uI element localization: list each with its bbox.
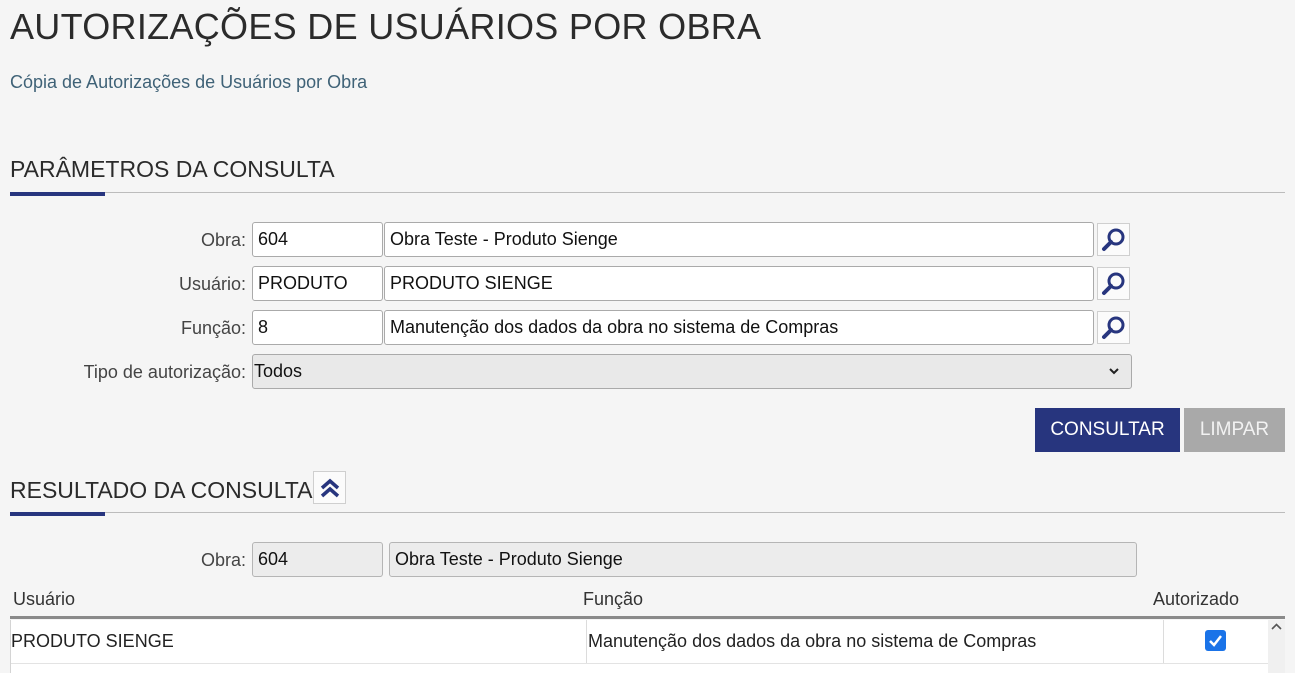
- column-header-autorizado[interactable]: Autorizado: [1153, 589, 1239, 610]
- row-usuario-cell: PRODUTO SIENGE: [11, 631, 174, 651]
- result-divider-accent: [10, 512, 105, 516]
- grid-scrollbar[interactable]: [1268, 620, 1285, 673]
- column-separator: [1163, 620, 1164, 664]
- params-divider: [10, 192, 1285, 193]
- funcao-code-input[interactable]: [252, 310, 383, 345]
- result-divider: [10, 512, 1285, 513]
- search-icon: [1101, 316, 1124, 339]
- result-obra-label: Obra:: [200, 550, 246, 570]
- usuario-code-input[interactable]: [252, 266, 383, 301]
- checkmark-icon: [1209, 635, 1222, 647]
- funcao-label: Função:: [180, 318, 246, 338]
- scroll-up-arrow-icon[interactable]: [1268, 620, 1285, 634]
- column-header-funcao[interactable]: Função: [583, 589, 643, 610]
- tipo-autorizacao-label: Tipo de autorização:: [83, 362, 246, 382]
- result-obra-code: [252, 542, 383, 577]
- grid-header-border: [10, 616, 1285, 619]
- usuario-label: Usuário:: [178, 274, 246, 294]
- chevron-down-icon: [1109, 368, 1119, 375]
- search-icon: [1101, 272, 1124, 295]
- consultar-button[interactable]: CONSULTAR: [1035, 408, 1180, 452]
- collapse-result-button[interactable]: [313, 471, 346, 504]
- column-header-usuario[interactable]: Usuário: [13, 589, 75, 610]
- double-chevron-up-icon: [320, 478, 339, 497]
- params-section-title: PARÂMETROS DA CONSULTA: [10, 156, 335, 182]
- column-separator: [586, 620, 587, 664]
- funcao-search-button[interactable]: [1097, 311, 1130, 344]
- obra-search-button[interactable]: [1097, 223, 1130, 256]
- usuario-name-input[interactable]: [384, 266, 1094, 301]
- row-funcao-cell: Manutenção dos dados da obra no sistema …: [588, 631, 1037, 651]
- search-icon: [1101, 228, 1124, 251]
- tipo-autorizacao-select[interactable]: Todos: [252, 354, 1132, 389]
- tipo-autorizacao-value: Todos: [254, 361, 303, 381]
- table-row[interactable]: PRODUTO SIENGE Manutenção dos dados da o…: [11, 620, 1268, 664]
- params-divider-accent: [10, 192, 105, 196]
- result-obra-name: [389, 542, 1137, 577]
- funcao-name-input[interactable]: [384, 310, 1094, 345]
- autorizado-checkbox[interactable]: [1205, 630, 1226, 651]
- usuario-search-button[interactable]: [1097, 267, 1130, 300]
- obra-name-input[interactable]: [384, 222, 1094, 257]
- limpar-button[interactable]: LIMPAR: [1184, 408, 1285, 452]
- result-section-title: RESULTADO DA CONSULTA: [10, 477, 313, 503]
- obra-label: Obra:: [200, 230, 246, 250]
- row-divider: [11, 663, 1268, 664]
- copy-authorizations-link[interactable]: Cópia de Autorizações de Usuários por Ob…: [10, 72, 367, 93]
- page-title: AUTORIZAÇÕES DE USUÁRIOS POR OBRA: [10, 6, 762, 47]
- obra-code-input[interactable]: [252, 222, 383, 257]
